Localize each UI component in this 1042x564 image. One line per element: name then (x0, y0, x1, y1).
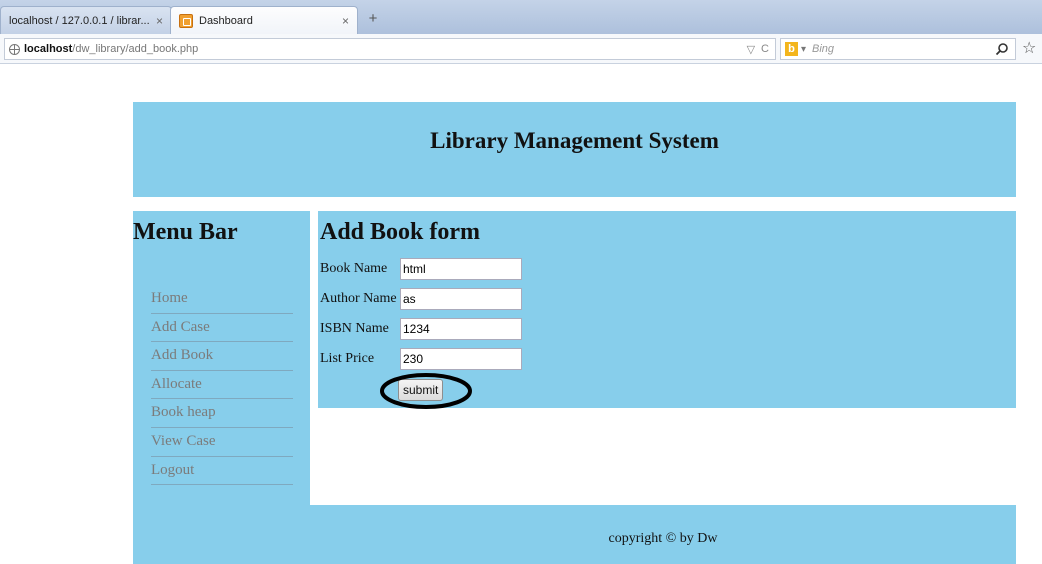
sidebar-menu: Menu Bar Home Add Case Add Book Allocate… (133, 211, 310, 505)
address-bar[interactable]: localhost /dw_library/add_book.php ▽ C (4, 38, 776, 60)
url-dropdown-icon[interactable]: ▽ (747, 43, 755, 56)
sidebar-item-view-case[interactable]: View Case (151, 428, 293, 457)
new-tab-button[interactable]: + (364, 10, 382, 28)
author-name-input[interactable] (400, 288, 522, 310)
sidebar-item-add-case[interactable]: Add Case (151, 314, 293, 343)
address-bar-controls: ▽ C (747, 43, 775, 56)
search-icon[interactable] (995, 42, 1009, 56)
book-name-input[interactable] (400, 258, 522, 280)
sidebar-item-book-heap[interactable]: Book heap (151, 399, 293, 428)
book-name-label: Book Name (320, 261, 388, 276)
url-path: /dw_library/add_book.php (72, 43, 199, 55)
sidebar-item-add-book[interactable]: Add Book (151, 342, 293, 371)
close-tab-icon[interactable]: × (156, 14, 163, 28)
submit-button[interactable]: submit (398, 379, 444, 401)
tab-dashboard[interactable]: Dashboard × (170, 6, 358, 34)
close-tab-icon[interactable]: × (342, 14, 349, 28)
form-row-author-name: Author Name (320, 288, 530, 310)
isbn-name-label: ISBN Name (320, 321, 389, 336)
bing-icon[interactable]: b (785, 42, 798, 56)
isbn-name-input[interactable] (400, 318, 522, 340)
chevron-down-icon[interactable]: ▾ (801, 44, 806, 55)
menu-title: Menu Bar (133, 219, 238, 245)
globe-icon (9, 43, 20, 55)
search-placeholder: Bing (812, 43, 835, 55)
browser-navigation-bar: localhost /dw_library/add_book.php ▽ C b… (0, 34, 1042, 64)
browser-tab-strip: localhost / 127.0.0.1 / librar... × Dash… (0, 0, 1042, 34)
form-row-isbn-name: ISBN Name (320, 318, 530, 340)
site-footer: copyright © by Dw (310, 505, 1016, 564)
form-row-book-name: Book Name (320, 258, 530, 280)
list-price-label: List Price (320, 351, 375, 366)
copyright-text: copyright © by Dw (608, 531, 718, 546)
footer-left-panel (133, 505, 310, 564)
author-name-label: Author Name (320, 291, 397, 306)
page-title: Library Management System (430, 128, 719, 153)
favicon-icon (179, 13, 193, 28)
sidebar-item-home[interactable]: Home (151, 285, 293, 314)
form-row-list-price: List Price (320, 348, 530, 370)
tab-label: localhost / 127.0.0.1 / librar... (9, 14, 150, 27)
add-book-form: Add Book form Book Name Author Name ISBN… (318, 211, 1016, 408)
list-price-input[interactable] (400, 348, 522, 370)
form-title: Add Book form (320, 219, 481, 245)
tab-label: Dashboard (199, 14, 253, 27)
site-header: Library Management System (133, 102, 1016, 197)
menu-list: Home Add Case Add Book Allocate Book hea… (151, 285, 293, 486)
sidebar-item-allocate[interactable]: Allocate (151, 371, 293, 400)
bookmark-star-icon[interactable]: ☆ (1022, 38, 1036, 57)
tab-phpmyadmin[interactable]: localhost / 127.0.0.1 / librar... × (0, 6, 172, 34)
sidebar-item-logout[interactable]: Logout (151, 457, 293, 486)
url-host: localhost (24, 43, 73, 55)
reload-icon[interactable]: C (761, 43, 769, 55)
search-bar[interactable]: b ▾ Bing (780, 38, 1016, 60)
